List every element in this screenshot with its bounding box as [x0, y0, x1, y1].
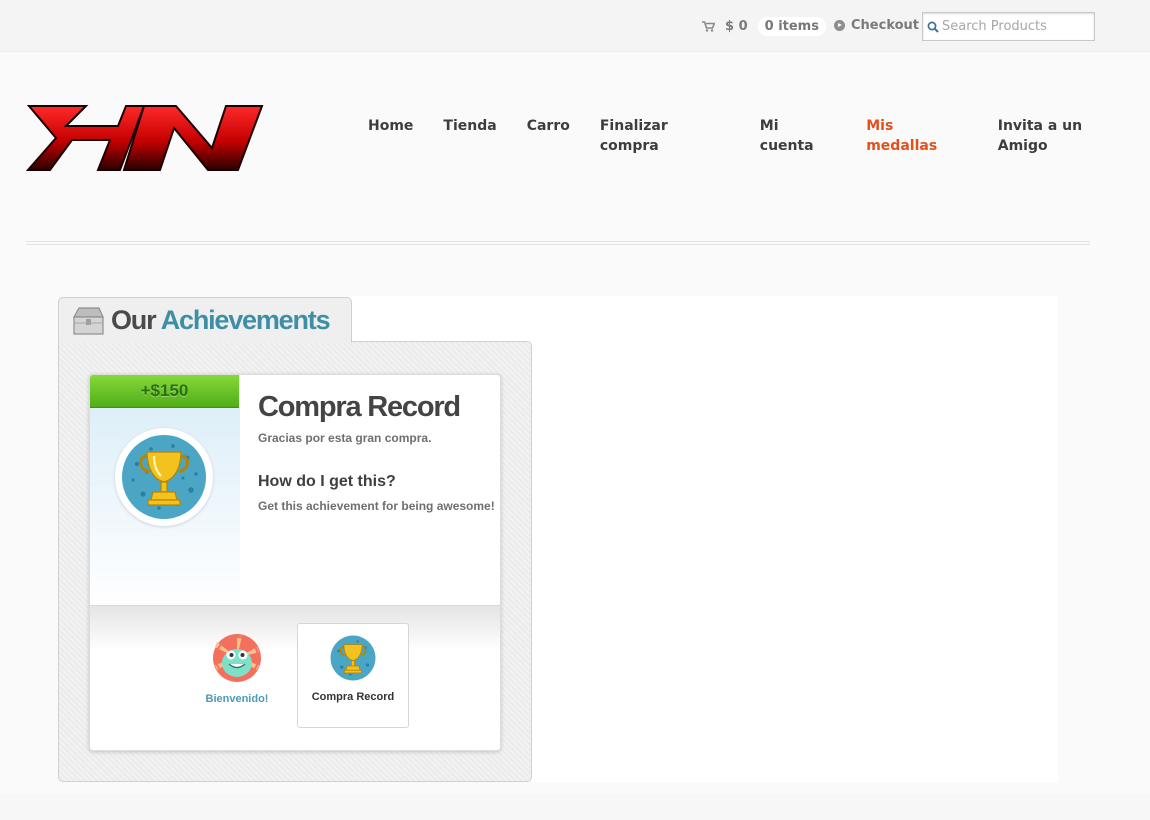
- achievement-details: Compra Record Gracias por esta gran comp…: [258, 391, 500, 513]
- nav-home[interactable]: Home: [353, 116, 428, 156]
- achievement-list: Bienvenido! Compra Record: [90, 605, 500, 750]
- treasure-chest-icon: [72, 306, 104, 335]
- cart-total: $ 0: [725, 18, 748, 34]
- nav-tienda[interactable]: Tienda: [428, 116, 511, 156]
- nav-invita-amigo[interactable]: Invita a un Amigo: [983, 116, 1150, 156]
- search-icon: [927, 21, 939, 33]
- trophy-badge-icon: [330, 635, 376, 681]
- achievement-item-bienvenido[interactable]: Bienvenido!: [181, 633, 293, 738]
- achievement-item-label: Compra Record: [311, 691, 395, 703]
- nav-finalizar-compra[interactable]: Finalizar compra: [585, 116, 745, 156]
- how-to-heading: How do I get this?: [258, 473, 396, 490]
- achievement-title: Compra Record: [258, 391, 461, 423]
- achievement-description: Gracias por esta gran compra.: [258, 431, 432, 445]
- achievement-card: +$150 Compra Record Gracias por esta gra…: [89, 374, 501, 751]
- monster-badge-icon: [213, 634, 261, 682]
- points-banner: +$150: [90, 375, 239, 408]
- nav-mis-medallas[interactable]: Mis medallas: [851, 116, 983, 156]
- heading-achievements: Achievements: [160, 305, 331, 335]
- achievement-item-compra-record[interactable]: Compra Record: [297, 623, 409, 728]
- main-nav: Home Tienda Carro Finalizar compra Mi cu…: [353, 116, 1150, 156]
- site-logo[interactable]: [26, 104, 264, 172]
- heading-our: Our: [111, 305, 157, 335]
- how-to-description: Get this achievement for being awesome!: [258, 499, 495, 513]
- cart-summary[interactable]: $ 0 0 items: [702, 16, 826, 36]
- achievement-item-label: Bienvenido!: [205, 693, 269, 705]
- top-bar: $ 0 0 items Checkout: [0, 0, 1150, 52]
- checkout-link[interactable]: Checkout: [834, 18, 919, 33]
- achievement-badge-column: +$150: [90, 375, 240, 606]
- search-input[interactable]: [942, 16, 1090, 37]
- achievements-heading: Our Achievements: [111, 305, 331, 336]
- achievement-badge: [115, 428, 213, 526]
- nav-mi-cuenta[interactable]: Mi cuenta: [745, 116, 851, 156]
- play-circle-icon: [834, 20, 845, 31]
- search-box[interactable]: [922, 12, 1095, 41]
- achievements-tab: Our Achievements: [58, 297, 352, 343]
- cart-icon: [702, 20, 715, 32]
- header-divider: [26, 241, 1090, 245]
- trophy-badge-icon: [122, 435, 206, 519]
- checkout-label: Checkout: [851, 18, 920, 33]
- cart-items-count: 0 items: [757, 16, 826, 36]
- nav-carro[interactable]: Carro: [512, 116, 585, 156]
